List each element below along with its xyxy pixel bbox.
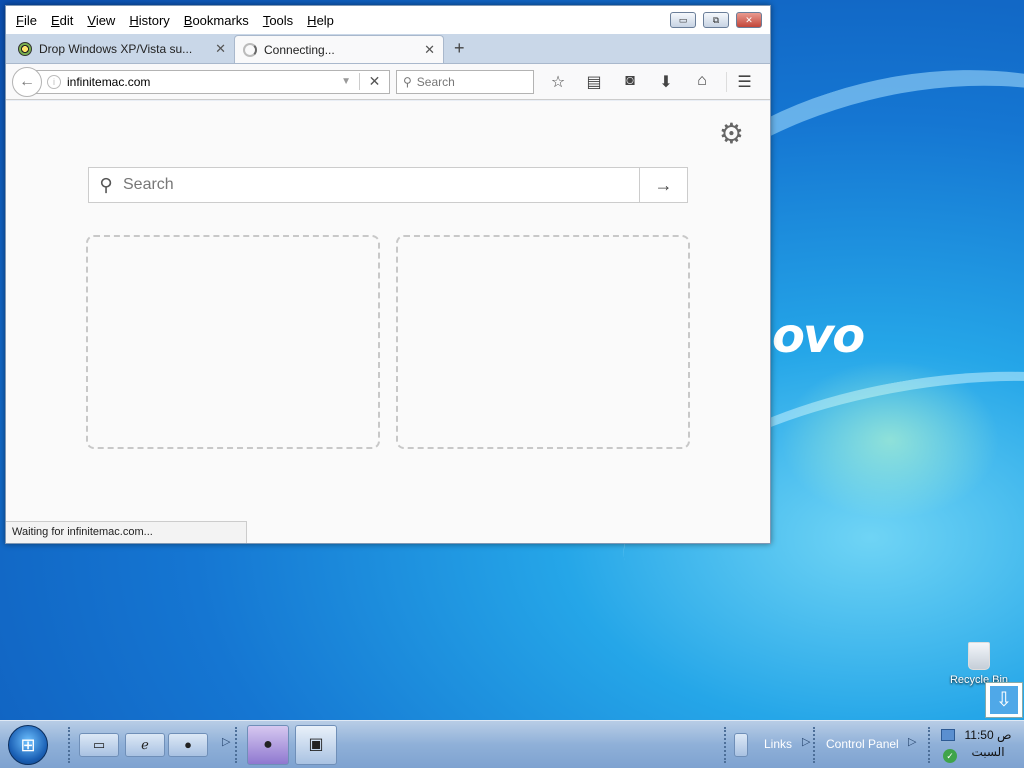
search-go-button[interactable]: → — [639, 168, 687, 202]
tab-close-icon[interactable]: ✕ — [424, 42, 435, 58]
taskbar-grip[interactable] — [813, 727, 817, 763]
site-info-icon[interactable]: i — [47, 74, 61, 89]
download-overlay[interactable]: ⇩ — [985, 682, 1023, 718]
search-input[interactable]: ⚲ Search — [396, 69, 534, 94]
clock-day: السبت — [971, 745, 1005, 759]
hamburger-menu-icon[interactable]: ☰ — [726, 71, 762, 92]
url-bar[interactable]: i infinitemac.com ▼ ✕ — [30, 69, 390, 94]
restore-button[interactable]: ⧉ — [703, 12, 729, 28]
minimize-button[interactable]: ▭ — [670, 12, 696, 28]
tab-close-icon[interactable]: ✕ — [215, 41, 226, 57]
show-desktop-icon[interactable]: ▭ — [79, 733, 119, 757]
loading-spinner-icon — [243, 42, 257, 57]
menu-help[interactable]: Help — [303, 13, 344, 28]
wallpaper-glow — [780, 360, 1000, 520]
menu-bookmarks[interactable]: Bookmarks — [180, 13, 259, 28]
url-dropdown-icon[interactable]: ▼ — [333, 76, 359, 87]
network-tray-icon[interactable] — [941, 729, 955, 741]
status-bar: Waiting for infinitemac.com... — [6, 521, 247, 543]
gear-icon[interactable]: ⚙ — [719, 117, 744, 150]
recycle-bin[interactable]: Recycle Bin — [944, 642, 1014, 686]
page-search-placeholder[interactable]: Search — [123, 176, 639, 194]
recycle-bin-icon — [968, 642, 990, 670]
toolbar-separator-icon — [734, 733, 748, 757]
tab-drop-windows[interactable]: Drop Windows XP/Vista su... ✕ — [10, 35, 234, 63]
menu-bar: File Edit View History Bookmarks Tools H… — [6, 6, 770, 34]
menu-tools[interactable]: Tools — [259, 13, 303, 28]
tab-label: Drop Windows XP/Vista su... — [39, 42, 193, 56]
tab-strip: Drop Windows XP/Vista su... ✕ Connecting… — [6, 34, 770, 64]
empty-site-tile[interactable] — [396, 235, 690, 449]
home-icon[interactable]: ⌂ — [684, 72, 720, 92]
links-toolbar[interactable]: Links — [764, 737, 792, 751]
menu-edit[interactable]: Edit — [47, 13, 83, 28]
internet-explorer-icon[interactable]: ℯ — [125, 733, 165, 757]
quicklaunch-chevron-icon[interactable]: ▷ — [222, 735, 230, 748]
new-tab-button[interactable]: + — [444, 38, 475, 63]
search-icon: ⚲ — [403, 74, 412, 89]
menu-history[interactable]: History — [125, 13, 179, 28]
back-button[interactable]: ← — [12, 66, 42, 97]
links-chevron-icon[interactable]: ▷ — [802, 735, 810, 748]
pocket-icon[interactable]: ◙ — [612, 72, 648, 92]
empty-site-tile[interactable] — [86, 235, 380, 449]
window-controls: ▭ ⧉ ✕ — [670, 12, 770, 28]
start-button[interactable]: ⊞ — [8, 725, 48, 765]
bookmarks-list-icon[interactable]: ▤ — [576, 72, 612, 92]
app-task-button[interactable]: ▣ — [295, 725, 337, 765]
taskbar-grip[interactable] — [235, 727, 239, 763]
taskbar-grip[interactable] — [68, 727, 72, 763]
page-search-box[interactable]: ⚲ Search → — [88, 167, 688, 203]
site-favicon-icon — [18, 42, 32, 56]
firefox-task-button[interactable]: ● — [247, 725, 289, 765]
search-icon: ⚲ — [99, 174, 113, 195]
navigation-toolbar: ← i infinitemac.com ▼ ✕ ⚲ Search ☆ ▤ ◙ ⬇… — [6, 64, 770, 100]
control-panel-toolbar[interactable]: Control Panel — [826, 737, 899, 751]
taskbar: ⊞ ▭ ℯ ● ▷ ● ▣ Links ▷ Control Panel ▷ ✓ … — [0, 720, 1024, 768]
download-arrow-icon: ⇩ — [990, 686, 1018, 714]
browser-window: File Edit View History Bookmarks Tools H… — [5, 5, 771, 544]
tab-label: Connecting... — [264, 42, 335, 57]
security-tray-icon[interactable]: ✓ — [943, 749, 957, 763]
clock-time: 11:50 ص — [964, 728, 1012, 742]
firefox-quicklaunch-icon[interactable]: ● — [168, 733, 208, 757]
taskbar-grip[interactable] — [724, 727, 728, 763]
system-clock[interactable]: 11:50 ص السبت — [962, 727, 1014, 761]
tab-connecting[interactable]: Connecting... ✕ — [234, 35, 444, 63]
close-window-button[interactable]: ✕ — [736, 12, 762, 28]
stop-loading-button[interactable]: ✕ — [359, 73, 389, 90]
toolbar-icons: ☆ ▤ ◙ ⬇ ⌂ ☰ — [540, 71, 762, 92]
taskbar-grip[interactable] — [928, 727, 932, 763]
menu-view[interactable]: View — [83, 13, 125, 28]
page-content: ⚙ ⚲ Search → Waiting for infinitemac.com… — [6, 101, 770, 543]
wallpaper-brand-logo: ovo — [772, 308, 865, 364]
bookmark-star-icon[interactable]: ☆ — [540, 72, 576, 92]
downloads-icon[interactable]: ⬇ — [648, 72, 684, 92]
control-panel-chevron-icon[interactable]: ▷ — [908, 735, 916, 748]
menu-file[interactable]: File — [12, 13, 47, 28]
url-text[interactable]: infinitemac.com — [67, 75, 333, 89]
search-placeholder: Search — [416, 74, 455, 89]
